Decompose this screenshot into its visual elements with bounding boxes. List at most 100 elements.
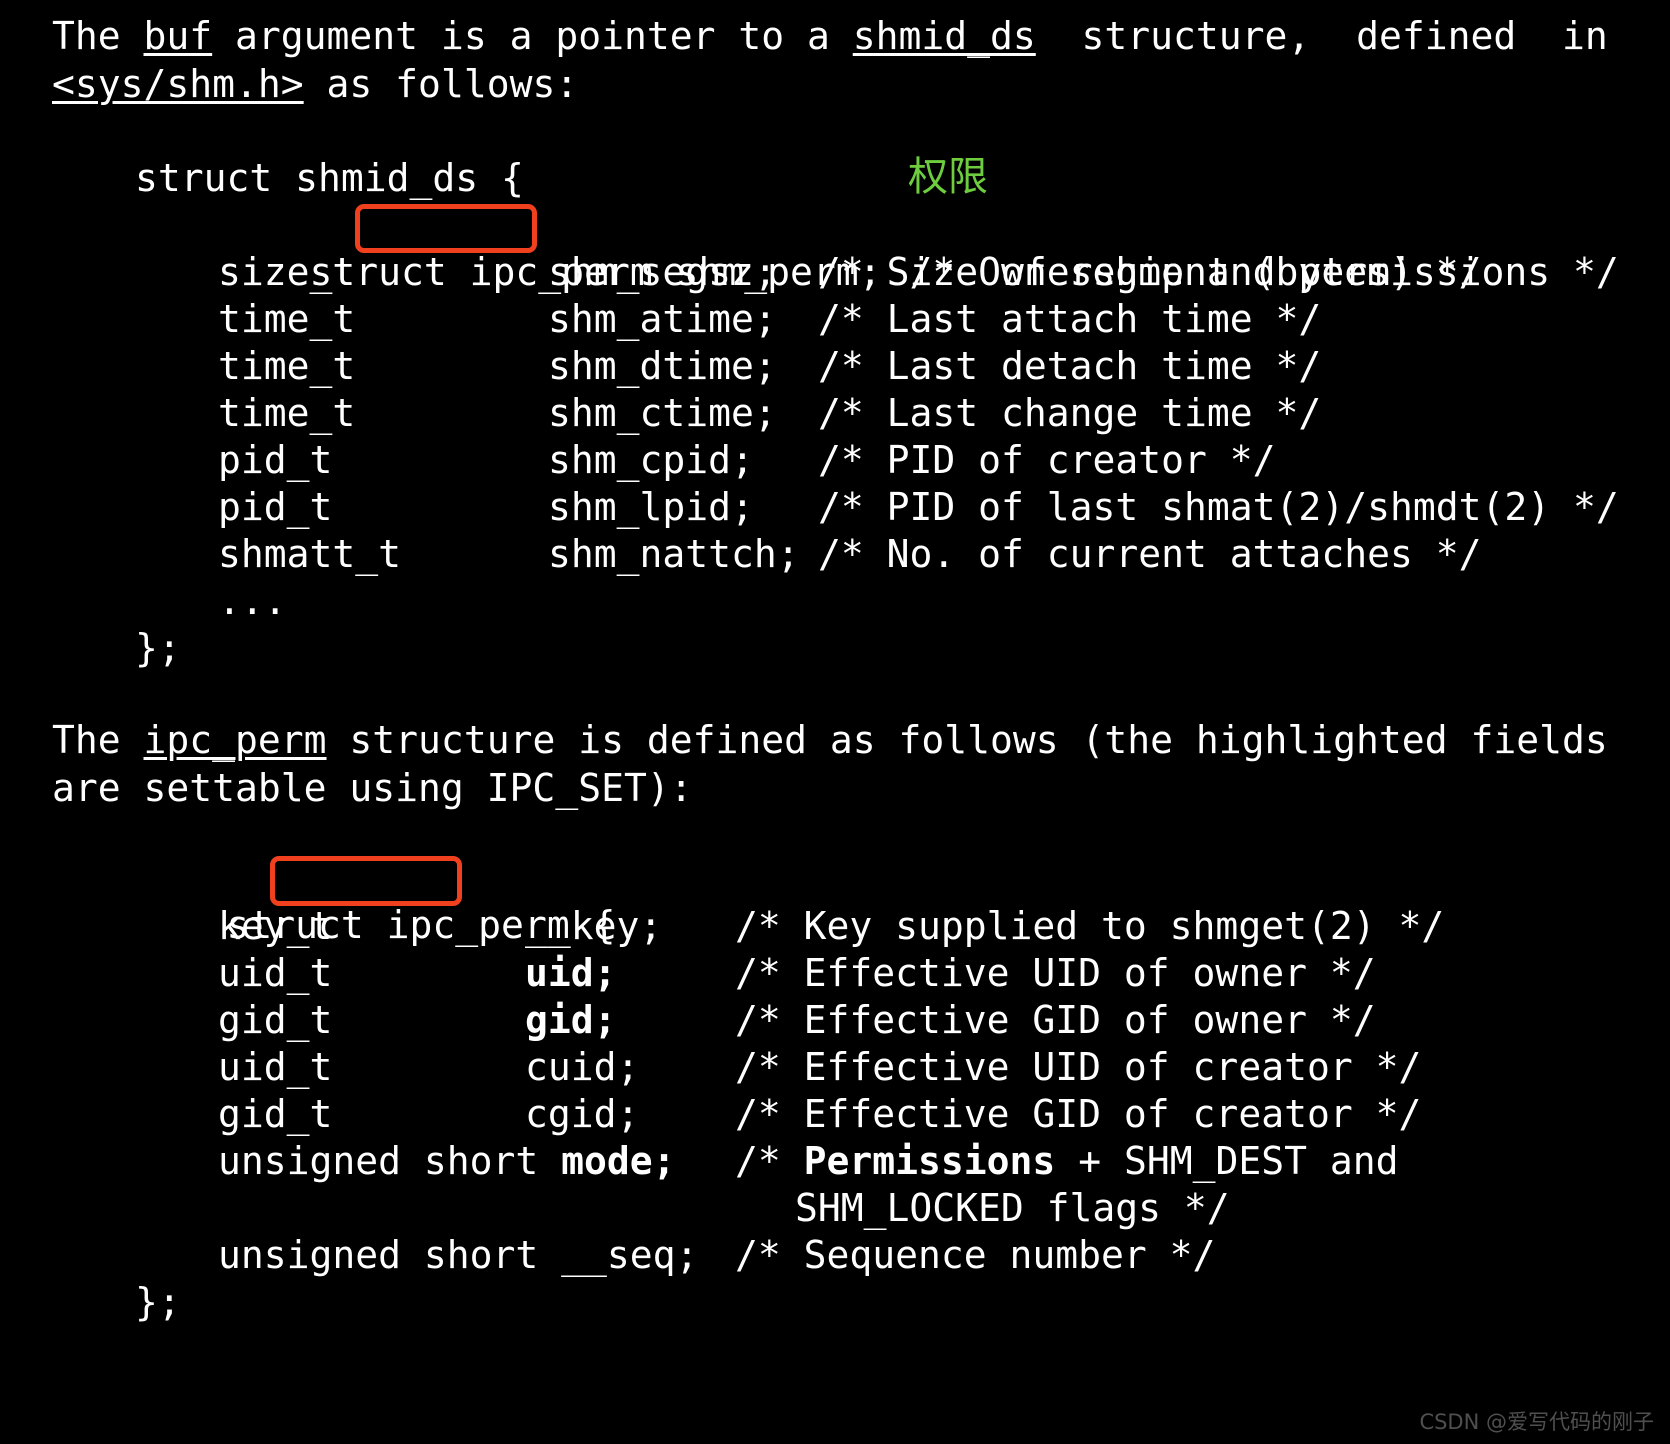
struct1-row-2-field: shm_dtime; xyxy=(548,344,777,388)
struct2-row-field: cgid; xyxy=(525,1091,639,1138)
struct1-row-2-comment: /* Last detach time */ xyxy=(818,344,1322,388)
struct2-row-mode-comment-cont: SHM_LOCKED flags */ xyxy=(795,1185,1230,1232)
bridge-text-2: structure is defined as follows (the hig… xyxy=(326,718,1608,762)
bridge-text-3: are settable using IPC_SET): xyxy=(52,766,693,810)
bridge-ipc-perm-term: ipc_perm xyxy=(143,718,327,762)
struct2-row-field: __key; xyxy=(525,903,662,950)
bridge-line-2: are settable using IPC_SET): xyxy=(52,764,693,812)
struct1-ellipsis: ... xyxy=(218,578,287,625)
struct2-row-4-field: cgid; xyxy=(525,1092,640,1136)
intro-text-2: argument is a pointer to a xyxy=(212,14,853,58)
struct1-row-3-field: shm_ctime; xyxy=(548,391,777,435)
struct1-header: struct shmid_ds { xyxy=(135,155,524,202)
csdn-watermark: CSDN @爱写代码的刚子 xyxy=(1419,1406,1654,1436)
struct2-row-comment: /* Key supplied to shmget(2) */ xyxy=(735,903,1444,950)
struct2-row-0-type: key_t xyxy=(218,904,333,948)
intro-buf-term: buf xyxy=(143,14,213,58)
struct2-row-2-comment: /* Effective GID of owner */ xyxy=(735,998,1376,1042)
struct2-mode-comment-bold: Permissions xyxy=(803,1139,1056,1183)
struct2-row-comment: /* Effective GID of owner */ xyxy=(735,997,1376,1044)
struct2-row-type: uid_t xyxy=(218,1044,332,1091)
struct2-close: }; xyxy=(135,1279,181,1326)
struct2-row-field: cuid; xyxy=(525,1044,639,1091)
struct2-row-type: gid_t xyxy=(218,997,332,1044)
intro-header-path: <sys/shm.h> xyxy=(52,62,304,106)
struct2-row-1-type: uid_t xyxy=(218,951,333,995)
struct1-close: }; xyxy=(135,625,181,672)
struct2-mode-comment-line2: SHM_LOCKED flags */ xyxy=(795,1186,1230,1230)
struct2-row-mode: unsigned short mode; xyxy=(218,1138,676,1185)
struct1-row-0-type: size_t xyxy=(218,250,356,294)
csdn-watermark-text: CSDN @爱写代码的刚子 xyxy=(1419,1410,1654,1434)
intro-text-4: as follows: xyxy=(303,62,579,106)
struct1-row-6-comment: /* No. of current attaches */ xyxy=(818,532,1482,576)
struct1-header-text: struct shmid_ds { xyxy=(135,156,524,200)
struct1-row-comment: /* PID of last shmat(2)/shmdt(2) */ xyxy=(818,484,1619,531)
struct2-row-seq-comment: /* Sequence number */ xyxy=(735,1232,1215,1279)
struct2-row-3-comment: /* Effective UID of creator */ xyxy=(735,1045,1422,1089)
struct2-row-3-type: uid_t xyxy=(218,1045,333,1089)
struct1-row-field: shm_cpid; xyxy=(548,437,754,484)
struct2-row-comment: /* Effective UID of owner */ xyxy=(735,950,1376,997)
struct2-row-type: uid_t xyxy=(218,950,332,997)
intro-text-1: The xyxy=(52,14,144,58)
struct2-row-comment: /* Effective UID of creator */ xyxy=(735,1044,1421,1091)
intro-line-1: The buf argument is a pointer to a shmid… xyxy=(52,12,1608,60)
struct1-row-1-field: shm_atime; xyxy=(548,297,777,341)
struct2-row-type: gid_t xyxy=(218,1091,332,1138)
struct2-mode-type: unsigned short xyxy=(218,1139,562,1183)
struct1-row-type: time_t xyxy=(218,343,355,390)
manpage-screenshot: The buf argument is a pointer to a shmid… xyxy=(0,0,1670,1444)
struct1-row-type: time_t xyxy=(218,390,355,437)
struct2-row-1-field: uid; xyxy=(525,951,617,995)
struct1-row-type: shmatt_t xyxy=(218,531,401,578)
struct2-row-mode-comment: /* Permissions + SHM_DEST and xyxy=(735,1138,1398,1185)
struct1-row-0-field: shm_segsz; xyxy=(548,250,777,294)
struct2-seq-comment: /* Sequence number */ xyxy=(735,1233,1216,1277)
struct2-row-type: key_t xyxy=(218,903,332,950)
struct2-row-comment: /* Effective GID of creator */ xyxy=(735,1091,1421,1138)
struct2-mode-comment-suffix: + SHM_DEST and xyxy=(1055,1139,1399,1183)
struct1-row-field: shm_ctime; xyxy=(548,390,777,437)
struct1-close-text: }; xyxy=(135,626,181,670)
struct2-close-text: }; xyxy=(135,1280,181,1324)
struct1-row-5-type: pid_t xyxy=(218,485,333,529)
struct1-row-comment: /* Last change time */ xyxy=(818,390,1321,437)
struct2-row-field: gid; xyxy=(525,997,617,1044)
struct1-row-type: size_t xyxy=(218,249,355,296)
struct2-mode-comment-prefix: /* xyxy=(735,1139,804,1183)
intro-line-2: <sys/shm.h> as follows: xyxy=(52,60,578,108)
struct2-row-0-field: __key; xyxy=(525,904,663,948)
struct1-row-6-field: shm_nattch; xyxy=(548,532,800,576)
struct1-row-5-comment: /* PID of last shmat(2)/shmdt(2) */ xyxy=(818,485,1619,529)
struct2-row-1-comment: /* Effective UID of owner */ xyxy=(735,951,1376,995)
annotation-quanxian: 权限 xyxy=(908,157,988,197)
annotation-quanxian-text: 权限 xyxy=(908,154,988,200)
struct1-row-6-type: shmatt_t xyxy=(218,532,402,576)
struct1-row-5-field: shm_lpid; xyxy=(548,485,754,529)
struct1-row-1-comment: /* Last attach time */ xyxy=(818,297,1322,341)
struct1-ellipsis-text: ... xyxy=(218,579,287,623)
struct1-row-comment: /* Last attach time */ xyxy=(818,296,1321,343)
struct1-row-3-type: time_t xyxy=(218,391,356,435)
struct1-row-field: shm_segsz; xyxy=(548,249,777,296)
struct1-row-type: time_t xyxy=(218,296,355,343)
struct1-row-field: shm_atime; xyxy=(548,296,777,343)
struct1-row-0-comment: /* Size of segment (bytes) */ xyxy=(818,250,1482,294)
struct1-row-4-comment: /* PID of creator */ xyxy=(818,438,1276,482)
struct1-row-3-comment: /* Last change time */ xyxy=(818,391,1322,435)
struct1-row-comment: /* Last detach time */ xyxy=(818,343,1321,390)
bridge-line-1: The ipc_perm structure is defined as fol… xyxy=(52,716,1608,764)
struct1-row-2-type: time_t xyxy=(218,344,356,388)
struct2-row-4-type: gid_t xyxy=(218,1092,333,1136)
bridge-text-1: The xyxy=(52,718,144,762)
struct1-row-field: shm_dtime; xyxy=(548,343,777,390)
struct2-seq-type: unsigned short xyxy=(218,1233,562,1277)
struct1-row-4-field: shm_cpid; xyxy=(548,438,754,482)
intro-text-3: structure, defined in xyxy=(1035,14,1608,58)
struct1-row-type: pid_t xyxy=(218,484,332,531)
struct2-row-0-comment: /* Key supplied to shmget(2) */ xyxy=(735,904,1445,948)
struct2-row-2-type: gid_t xyxy=(218,998,333,1042)
struct2-row-seq: unsigned short __seq; xyxy=(218,1232,698,1279)
struct2-row-3-field: cuid; xyxy=(525,1045,640,1089)
